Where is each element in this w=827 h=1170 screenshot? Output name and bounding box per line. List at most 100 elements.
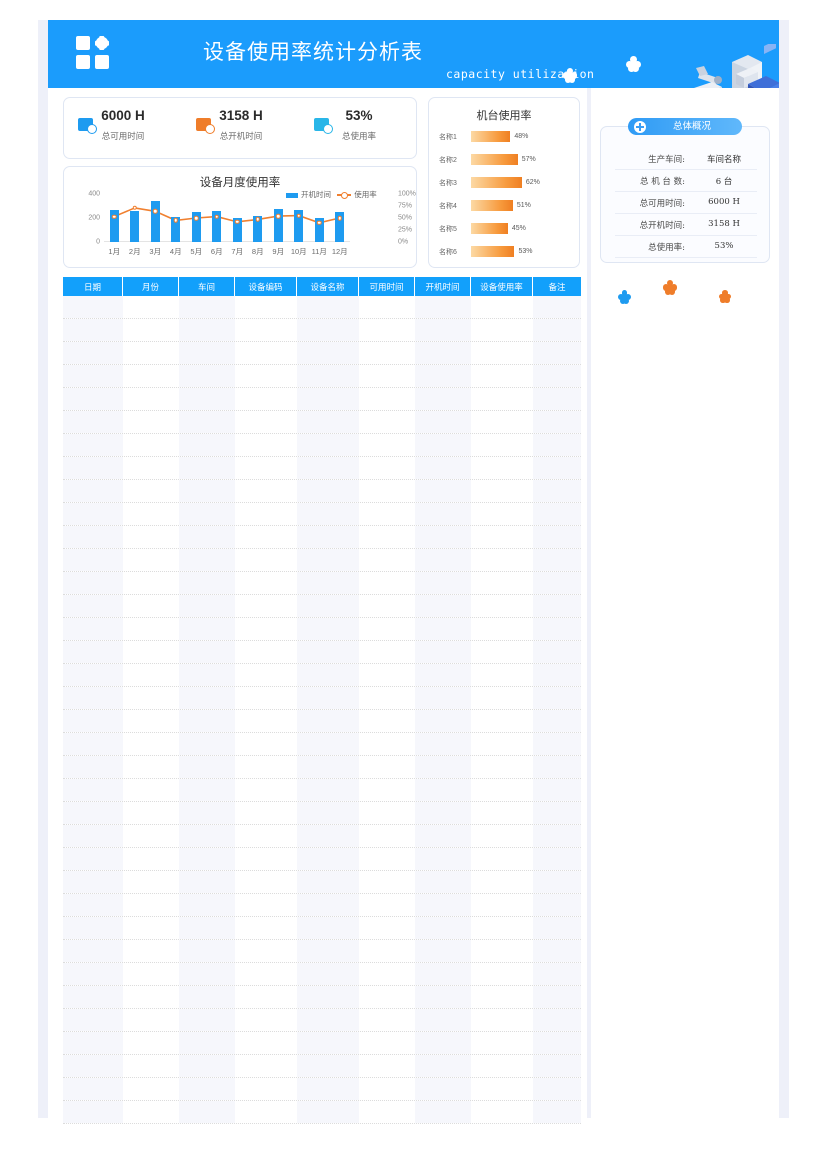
table-cell[interactable]	[123, 1009, 179, 1031]
table-cell[interactable]	[123, 319, 179, 341]
table-cell[interactable]	[471, 480, 533, 502]
table-cell[interactable]	[123, 572, 179, 594]
table-cell[interactable]	[179, 342, 235, 364]
table-cell[interactable]	[179, 1055, 235, 1077]
table-cell[interactable]	[415, 480, 471, 502]
table-cell[interactable]	[297, 388, 359, 410]
table-cell[interactable]	[415, 825, 471, 847]
table-cell[interactable]	[471, 319, 533, 341]
table-row[interactable]	[63, 664, 581, 687]
table-cell[interactable]	[179, 319, 235, 341]
table-cell[interactable]	[415, 388, 471, 410]
table-cell[interactable]	[235, 618, 297, 640]
table-cell[interactable]	[63, 618, 123, 640]
table-cell[interactable]	[471, 641, 533, 663]
table-column-header[interactable]: 设备使用率	[471, 277, 533, 296]
table-cell[interactable]	[63, 986, 123, 1008]
table-row[interactable]	[63, 917, 581, 940]
table-cell[interactable]	[533, 1078, 581, 1100]
table-cell[interactable]	[471, 1078, 533, 1100]
table-cell[interactable]	[123, 480, 179, 502]
table-cell[interactable]	[235, 825, 297, 847]
table-cell[interactable]	[415, 802, 471, 824]
table-cell[interactable]	[533, 365, 581, 387]
table-cell[interactable]	[359, 342, 415, 364]
table-cell[interactable]	[179, 825, 235, 847]
table-cell[interactable]	[415, 618, 471, 640]
table-cell[interactable]	[297, 342, 359, 364]
table-cell[interactable]	[179, 1101, 235, 1123]
table-cell[interactable]	[297, 1101, 359, 1123]
table-cell[interactable]	[359, 296, 415, 318]
table-cell[interactable]	[235, 434, 297, 456]
table-cell[interactable]	[123, 434, 179, 456]
table-row[interactable]	[63, 940, 581, 963]
table-row[interactable]	[63, 687, 581, 710]
table-row[interactable]	[63, 1032, 581, 1055]
table-cell[interactable]	[123, 940, 179, 962]
table-cell[interactable]	[533, 1055, 581, 1077]
table-row[interactable]	[63, 871, 581, 894]
table-cell[interactable]	[123, 894, 179, 916]
table-cell[interactable]	[359, 618, 415, 640]
table-cell[interactable]	[415, 526, 471, 548]
table-cell[interactable]	[179, 411, 235, 433]
table-cell[interactable]	[123, 388, 179, 410]
table-cell[interactable]	[297, 986, 359, 1008]
table-row[interactable]	[63, 710, 581, 733]
table-cell[interactable]	[533, 687, 581, 709]
table-cell[interactable]	[359, 388, 415, 410]
table-cell[interactable]	[471, 549, 533, 571]
table-row[interactable]	[63, 963, 581, 986]
table-cell[interactable]	[235, 664, 297, 686]
table-cell[interactable]	[123, 1032, 179, 1054]
table-cell[interactable]	[63, 779, 123, 801]
table-cell[interactable]	[235, 480, 297, 502]
table-cell[interactable]	[471, 595, 533, 617]
table-cell[interactable]	[359, 687, 415, 709]
table-cell[interactable]	[123, 687, 179, 709]
table-row[interactable]	[63, 595, 581, 618]
table-row[interactable]	[63, 986, 581, 1009]
table-cell[interactable]	[471, 1101, 533, 1123]
table-cell[interactable]	[533, 526, 581, 548]
table-cell[interactable]	[533, 756, 581, 778]
table-cell[interactable]	[297, 710, 359, 732]
table-cell[interactable]	[471, 756, 533, 778]
table-cell[interactable]	[297, 526, 359, 548]
table-cell[interactable]	[179, 710, 235, 732]
table-cell[interactable]	[359, 572, 415, 594]
table-cell[interactable]	[471, 664, 533, 686]
table-cell[interactable]	[297, 848, 359, 870]
table-cell[interactable]	[297, 733, 359, 755]
table-cell[interactable]	[235, 1101, 297, 1123]
table-cell[interactable]	[235, 917, 297, 939]
table-cell[interactable]	[533, 296, 581, 318]
table-cell[interactable]	[297, 894, 359, 916]
table-row[interactable]	[63, 480, 581, 503]
table-cell[interactable]	[179, 871, 235, 893]
table-cell[interactable]	[415, 779, 471, 801]
table-cell[interactable]	[533, 388, 581, 410]
table-cell[interactable]	[297, 871, 359, 893]
table-cell[interactable]	[123, 871, 179, 893]
table-cell[interactable]	[235, 319, 297, 341]
table-cell[interactable]	[415, 296, 471, 318]
table-cell[interactable]	[533, 733, 581, 755]
table-cell[interactable]	[415, 1032, 471, 1054]
table-row[interactable]	[63, 825, 581, 848]
table-cell[interactable]	[471, 871, 533, 893]
table-column-header[interactable]: 车间	[179, 277, 235, 296]
table-cell[interactable]	[415, 1009, 471, 1031]
table-cell[interactable]	[123, 1055, 179, 1077]
table-cell[interactable]	[471, 940, 533, 962]
table-cell[interactable]	[235, 641, 297, 663]
table-cell[interactable]	[359, 963, 415, 985]
table-cell[interactable]	[533, 1032, 581, 1054]
table-cell[interactable]	[123, 296, 179, 318]
table-cell[interactable]	[415, 940, 471, 962]
table-cell[interactable]	[297, 319, 359, 341]
table-cell[interactable]	[297, 779, 359, 801]
table-cell[interactable]	[297, 572, 359, 594]
table-cell[interactable]	[297, 1032, 359, 1054]
